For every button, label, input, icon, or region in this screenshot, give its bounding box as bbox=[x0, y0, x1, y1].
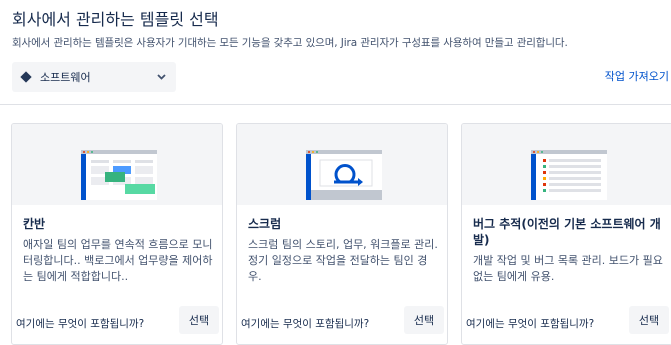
template-description: 애자일 팀의 업무를 연속적 흐름으로 모니터링합니다.. 백로그에서 업무량을… bbox=[23, 238, 213, 283]
template-name: 칸반 bbox=[23, 217, 46, 231]
page-title: 회사에서 관리하는 템플릿 선택 bbox=[12, 10, 219, 29]
template-card-kanban[interactable]: 칸반 애자일 팀의 업무를 연속적 흐름으로 모니터링합니다.. 백로그에서 업… bbox=[11, 123, 223, 345]
bug-tracking-illustration bbox=[462, 124, 671, 205]
chevron-down-icon bbox=[157, 72, 166, 83]
kanban-illustration bbox=[12, 124, 222, 205]
whats-included-link[interactable]: 여기에는 무엇이 포함됩니까? bbox=[16, 316, 144, 331]
divider bbox=[0, 104, 671, 105]
diamond-icon bbox=[20, 68, 32, 87]
page-subtitle: 회사에서 관리하는 템플릿은 사용자가 기대하는 모든 기능을 갖추고 있으며,… bbox=[12, 37, 568, 49]
template-description: 스크럼 팀의 스토리, 업무, 워크플로 관리. 정기 일정으로 작업을 전달하… bbox=[248, 238, 438, 283]
category-select[interactable]: 소프트웨어 bbox=[12, 62, 176, 92]
select-button[interactable]: 선택 bbox=[629, 306, 669, 334]
whats-included-link[interactable]: 여기에는 무엇이 포함됩니까? bbox=[466, 316, 594, 331]
category-select-value: 소프트웨어 bbox=[40, 71, 91, 84]
template-card-scrum[interactable]: 스크럼 스크럼 팀의 스토리, 업무, 워크플로 관리. 정기 일정으로 작업을… bbox=[236, 123, 448, 345]
template-name: 버그 추적(이전의 기본 소프트웨어 개발) bbox=[473, 217, 661, 247]
scrum-illustration bbox=[237, 124, 447, 205]
select-button[interactable]: 선택 bbox=[404, 306, 444, 334]
import-work-link[interactable]: 작업 가져오기 bbox=[605, 68, 669, 84]
select-button[interactable]: 선택 bbox=[179, 306, 219, 334]
template-card-bug-tracking[interactable]: 버그 추적(이전의 기본 소프트웨어 개발) 개발 작업 및 버그 목록 관리.… bbox=[461, 123, 671, 345]
template-name: 스크럼 bbox=[248, 217, 282, 231]
whats-included-link[interactable]: 여기에는 무엇이 포함됩니까? bbox=[241, 316, 369, 331]
template-description: 개발 작업 및 버그 목록 관리. 보드가 필요 없는 팀에게 유용. bbox=[473, 254, 663, 283]
